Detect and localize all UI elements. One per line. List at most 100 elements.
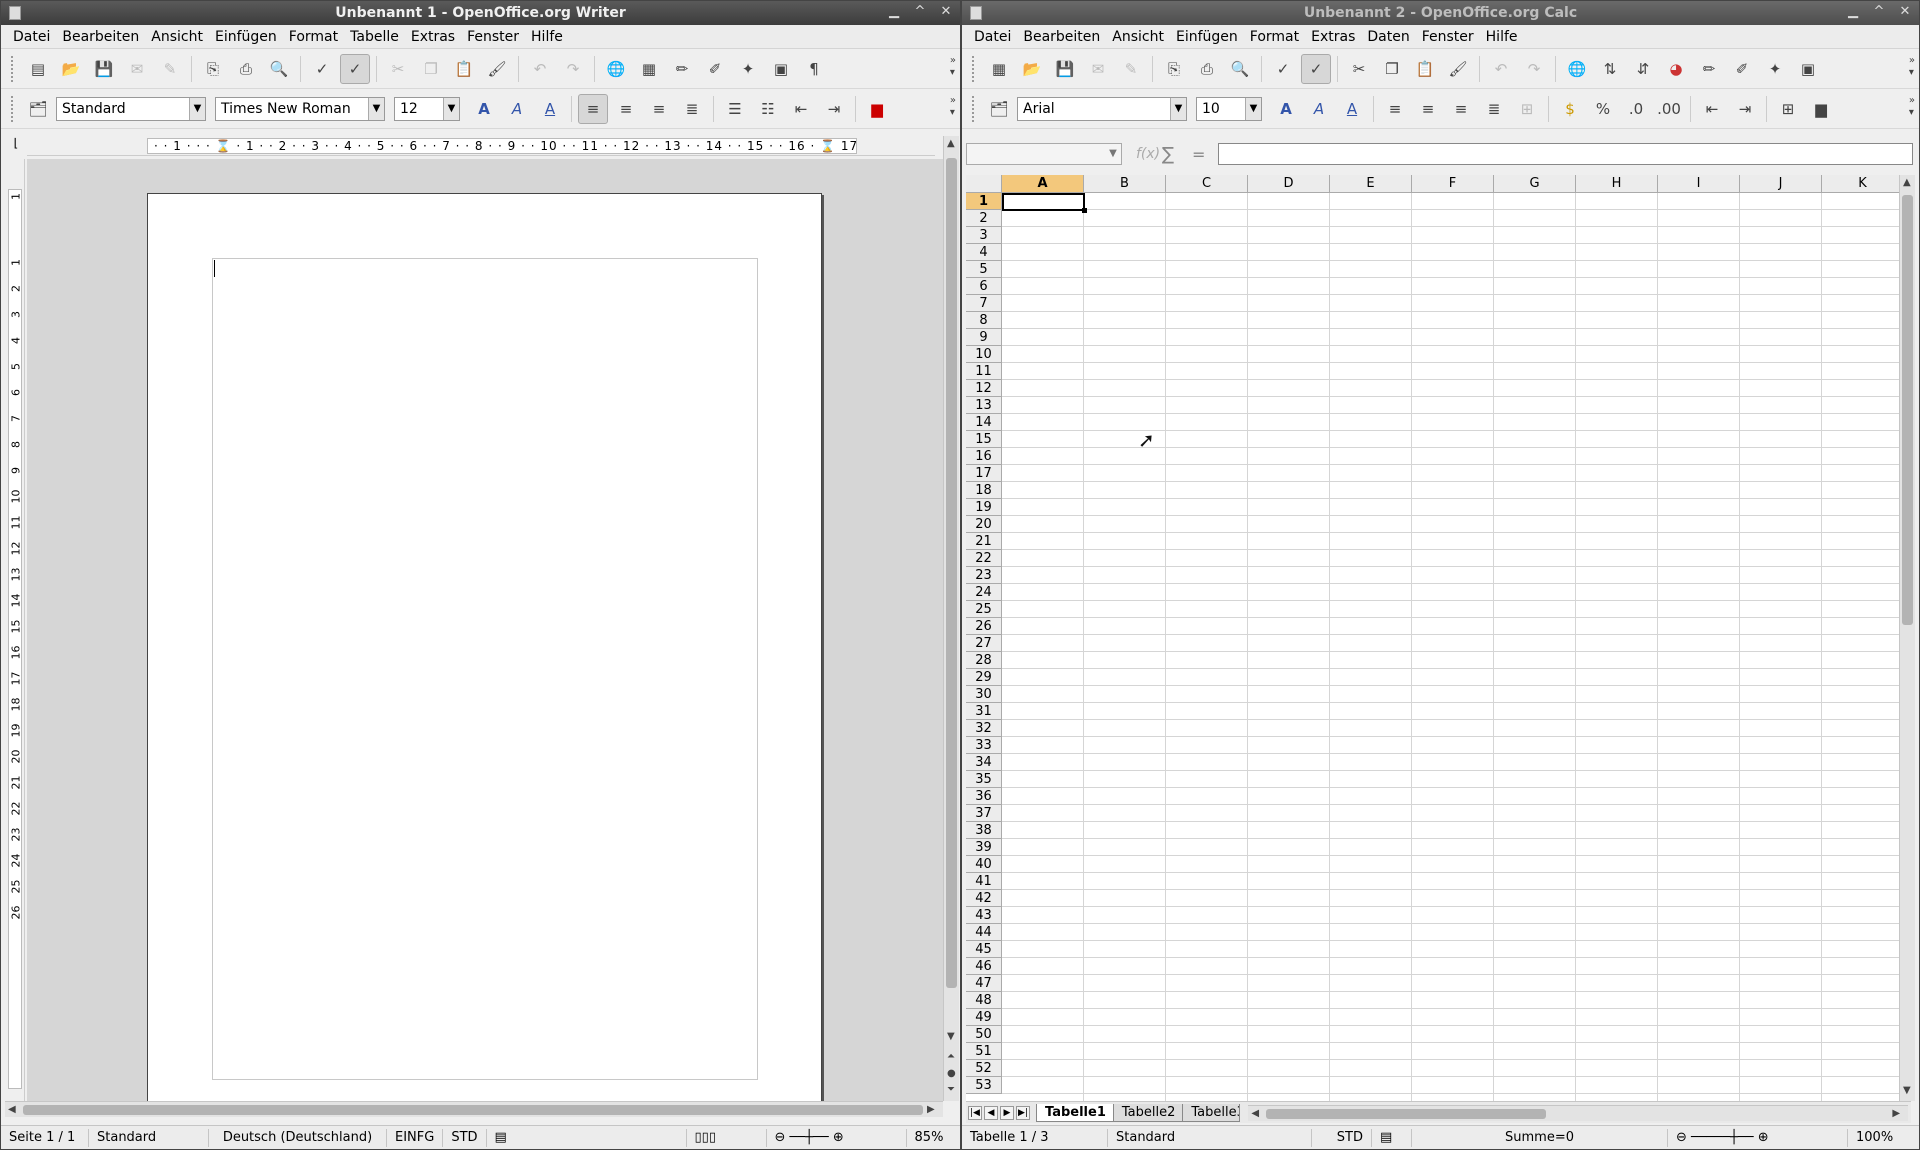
previous-sheet-icon[interactable]: ◀ xyxy=(984,1105,998,1120)
menu-format[interactable]: Format xyxy=(1244,29,1305,45)
row-header[interactable]: 51 xyxy=(966,1043,1002,1060)
row-header[interactable]: 7 xyxy=(966,295,1002,312)
bold-icon[interactable]: A xyxy=(469,94,499,124)
row-header[interactable]: 23 xyxy=(966,567,1002,584)
cut-icon[interactable]: ✂ xyxy=(383,54,413,84)
menu-datei[interactable]: Datei xyxy=(7,29,56,45)
close-icon[interactable]: ✕ xyxy=(1895,3,1915,21)
sheet-tab-tabelle1[interactable]: Tabelle1 xyxy=(1036,1103,1115,1122)
row-header[interactable]: 41 xyxy=(966,873,1002,890)
status-sum[interactable]: Summe=0 xyxy=(1412,1128,1668,1147)
save-icon[interactable]: 💾 xyxy=(1050,54,1080,84)
scroll-left-icon[interactable]: ◀ xyxy=(8,1104,16,1115)
save-icon[interactable]: 💾 xyxy=(89,54,119,84)
format-paintbrush-icon[interactable]: 🖌 xyxy=(1443,54,1473,84)
autospellcheck-icon[interactable]: ✓ xyxy=(340,53,370,84)
font-name-combo[interactable]: Times New Roman ▼ xyxy=(215,96,385,121)
row-header[interactable]: 32 xyxy=(966,720,1002,737)
column-header-a[interactable]: A xyxy=(1002,175,1084,193)
row-header[interactable]: 48 xyxy=(966,992,1002,1009)
writer-horizontal-scrollbar[interactable]: ◀ ▶ xyxy=(5,1101,943,1117)
row-header[interactable]: 42 xyxy=(966,890,1002,907)
spellcheck-icon[interactable]: ✓ xyxy=(307,54,337,84)
row-header[interactable]: 5 xyxy=(966,261,1002,278)
sort-descending-icon[interactable]: ⇵ xyxy=(1628,54,1658,84)
column-header-b[interactable]: B xyxy=(1084,175,1166,193)
horizontal-ruler[interactable]: · · 1 · · · ⌛ · 1 · · 2 · · 3 · · 4 · · … xyxy=(27,136,935,156)
bullets-icon[interactable]: ☷ xyxy=(753,94,783,124)
redo-icon[interactable]: ↷ xyxy=(1519,54,1549,84)
calc-vertical-scrollbar[interactable]: ▲ ▼ xyxy=(1899,175,1915,1101)
autospellcheck-icon[interactable]: ✓ xyxy=(1301,53,1331,84)
export-pdf-icon[interactable]: ⎘ xyxy=(198,54,228,84)
row-header[interactable]: 43 xyxy=(966,907,1002,924)
sheet-tab-tabelle2[interactable]: Tabelle2 xyxy=(1112,1103,1185,1122)
row-header[interactable]: 16 xyxy=(966,448,1002,465)
row-header[interactable]: 47 xyxy=(966,975,1002,992)
paste-icon[interactable]: 📋 xyxy=(1410,54,1440,84)
document-page[interactable] xyxy=(147,193,822,1101)
page-style-indicator[interactable]: Standard xyxy=(1108,1128,1312,1147)
row-header[interactable]: 36 xyxy=(966,788,1002,805)
chevron-down-icon[interactable]: ▼ xyxy=(368,97,384,120)
column-header-f[interactable]: F xyxy=(1412,175,1494,193)
gallery-icon[interactable]: ▣ xyxy=(766,54,796,84)
edit-file-icon[interactable]: ✎ xyxy=(1116,54,1146,84)
decrease-indent-icon[interactable]: ⇤ xyxy=(1697,94,1727,124)
sum-icon[interactable]: ∑ xyxy=(1162,144,1192,165)
row-header[interactable]: 25 xyxy=(966,601,1002,618)
scroll-right-icon[interactable]: ▶ xyxy=(1892,1108,1900,1119)
cut-icon[interactable]: ✂ xyxy=(1344,54,1374,84)
menu-ansicht[interactable]: Ansicht xyxy=(145,29,209,45)
navigator-icon[interactable]: ✦ xyxy=(1760,54,1790,84)
language-indicator[interactable]: Deutsch (Deutschland) xyxy=(209,1128,387,1147)
cell-area[interactable] xyxy=(1002,193,1900,1101)
column-header-e[interactable]: E xyxy=(1330,175,1412,193)
row-header[interactable]: 38 xyxy=(966,822,1002,839)
chevron-down-icon[interactable]: ▼ xyxy=(443,97,459,120)
add-decimal-icon[interactable]: .0 xyxy=(1621,94,1651,124)
scroll-thumb[interactable] xyxy=(23,1105,923,1115)
toolbar-handle[interactable] xyxy=(972,55,975,82)
align-center-icon[interactable]: ≡ xyxy=(1413,94,1443,124)
font-name-combo[interactable]: Arial ▼ xyxy=(1017,96,1187,121)
font-size-combo[interactable]: 12 ▼ xyxy=(394,96,460,121)
text-boundary[interactable] xyxy=(212,258,758,1080)
new-spreadsheet-icon[interactable]: ▦ xyxy=(984,54,1014,84)
percent-format-icon[interactable]: % xyxy=(1588,94,1618,124)
row-header[interactable]: 30 xyxy=(966,686,1002,703)
copy-icon[interactable]: ❐ xyxy=(416,54,446,84)
row-header[interactable]: 40 xyxy=(966,856,1002,873)
align-left-icon[interactable]: ≡ xyxy=(1380,94,1410,124)
menu-fenster[interactable]: Fenster xyxy=(1416,29,1480,45)
row-header[interactable]: 31 xyxy=(966,703,1002,720)
underline-icon[interactable]: A xyxy=(1337,94,1367,124)
toolbar-overflow-icon[interactable]: » ▾ xyxy=(1909,95,1915,119)
scroll-thumb[interactable] xyxy=(946,158,957,988)
scroll-up-icon[interactable]: ▲ xyxy=(1903,177,1911,188)
row-header[interactable]: 2 xyxy=(966,210,1002,227)
increase-indent-icon[interactable]: ⇥ xyxy=(819,94,849,124)
open-icon[interactable]: 📂 xyxy=(56,54,86,84)
hyperlink-icon[interactable]: 🌐 xyxy=(601,54,631,84)
toolbar-handle[interactable] xyxy=(11,55,14,82)
toolbar-overflow-icon[interactable]: » ▾ xyxy=(950,55,956,79)
scroll-right-icon[interactable]: ▶ xyxy=(927,1104,935,1115)
table-icon[interactable]: ▦ xyxy=(634,54,664,84)
name-box[interactable]: ▼ xyxy=(966,143,1122,165)
row-header[interactable]: 11 xyxy=(966,363,1002,380)
row-header[interactable]: 52 xyxy=(966,1060,1002,1077)
undo-icon[interactable]: ↶ xyxy=(1486,54,1516,84)
row-header[interactable]: 14 xyxy=(966,414,1002,431)
row-header[interactable]: 15 xyxy=(966,431,1002,448)
active-cell-a1[interactable] xyxy=(1002,193,1087,213)
email-icon[interactable]: ✉ xyxy=(122,54,152,84)
fill-handle[interactable] xyxy=(1082,208,1087,213)
page-preview-icon[interactable]: 🔍 xyxy=(264,54,294,84)
delete-decimal-icon[interactable]: .00 xyxy=(1654,94,1684,124)
row-header[interactable]: 26 xyxy=(966,618,1002,635)
justify-icon[interactable]: ≣ xyxy=(1479,94,1509,124)
row-header[interactable]: 3 xyxy=(966,227,1002,244)
selection-mode-indicator[interactable]: STD xyxy=(1312,1128,1372,1147)
zoom-slider[interactable]: ⊖ ─────┼── ⊕ xyxy=(1668,1128,1848,1147)
